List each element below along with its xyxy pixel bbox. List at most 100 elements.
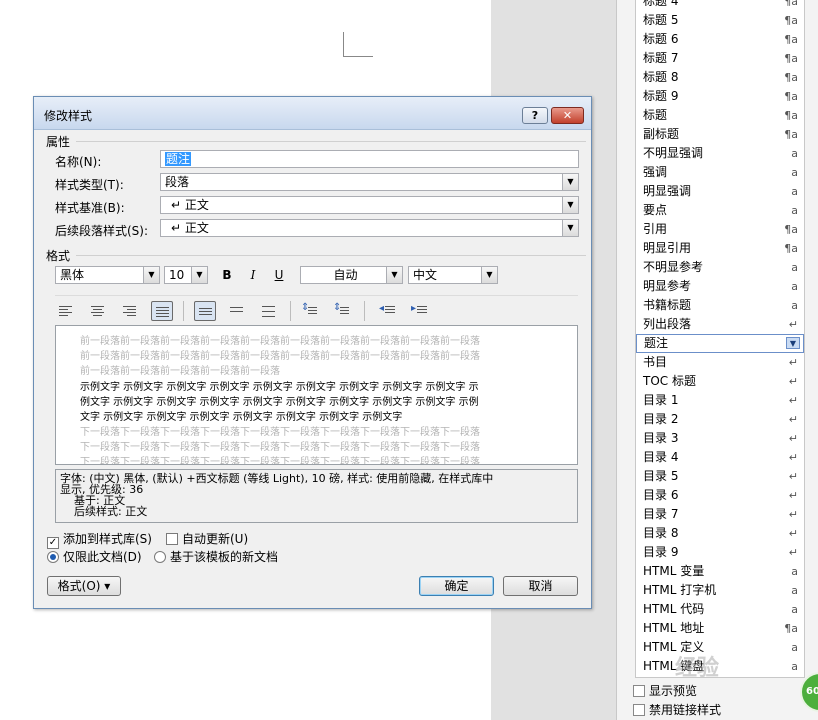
preview-line: 下一段落下一段落下一段落下一段落下一段落下一段落下一段落下一段落下一段落下一段落 [80, 457, 480, 465]
style-list-item[interactable]: 标题 8 ¶a [636, 68, 804, 87]
chevron-down-icon[interactable]: ▼ [143, 267, 159, 283]
style-name: 目录 6 [643, 488, 679, 502]
style-name: TOC 标题 [643, 374, 696, 388]
style-list-item[interactable]: 明显引用 ¶a [636, 239, 804, 258]
script-select[interactable]: 中文 ▼ [408, 266, 498, 284]
style-list-item[interactable]: 目录 8 ↵ [636, 524, 804, 543]
style-type-icon: ¶a [784, 0, 798, 8]
auto-update-checkbox[interactable]: 自动更新(U) [166, 531, 248, 547]
format-menu-button[interactable]: 格式(O) ▾ [47, 576, 121, 596]
style-type-icon: a [791, 166, 798, 179]
italic-button[interactable]: I [242, 265, 264, 285]
single-spacing-button[interactable] [194, 301, 216, 321]
style-list-item[interactable]: 目录 6 ↵ [636, 486, 804, 505]
chevron-down-icon[interactable]: ▼ [386, 267, 402, 283]
dialog-titlebar[interactable]: 修改样式 ? ✕ [34, 97, 591, 130]
style-list-item[interactable]: 目录 7 ↵ [636, 505, 804, 524]
increase-para-spacing-button[interactable]: ⇕ [300, 301, 322, 321]
style-list-item[interactable]: 标题 7 ¶a [636, 49, 804, 68]
chevron-down-icon[interactable]: ▼ [562, 220, 578, 236]
style-list-item[interactable]: HTML 键盘 a [636, 657, 804, 676]
next-style-select[interactable]: ↵ 正文 ▼ [160, 219, 579, 237]
style-type-icon: ¶a [784, 128, 798, 141]
style-list-item[interactable]: 标题 ¶a [636, 106, 804, 125]
style-name: 目录 8 [643, 526, 679, 540]
style-name: 标题 8 [643, 70, 679, 84]
help-button[interactable]: ? [522, 107, 548, 124]
based-on-select[interactable]: ↵ 正文 ▼ [160, 196, 579, 214]
style-list-item[interactable]: 要点 a [636, 201, 804, 220]
font-color-select[interactable]: 自动 ▼ [300, 266, 403, 284]
align-left-button[interactable] [55, 301, 77, 321]
style-list-item[interactable]: 书目 ↵ [636, 353, 804, 372]
show-preview-checkbox[interactable]: 显示预览 [633, 682, 813, 700]
add-to-gallery-checkbox[interactable]: ✓ 添加到样式库(S) [47, 531, 152, 549]
styles-list[interactable]: 标题 4 ¶a 标题 5 ¶a 标题 6 ¶a 标题 7 ¶a 标题 8 ¶a 标题 9 ¶a 标题 ¶a… [635, 0, 805, 678]
double-spacing-button[interactable] [258, 301, 280, 321]
chevron-down-icon[interactable]: ▼ [481, 267, 497, 283]
arrow-right-icon: ▸ [411, 303, 417, 314]
style-list-item[interactable]: 副标题 ¶a [636, 125, 804, 144]
ok-button[interactable]: 确定 [419, 576, 494, 596]
style-list-item[interactable]: HTML 地址 ¶a [636, 619, 804, 638]
new-docs-template-radio[interactable]: 基于该模板的新文档 [154, 549, 278, 565]
chevron-down-icon[interactable]: ▼ [191, 267, 207, 283]
decrease-indent-button[interactable]: ◂ [377, 301, 399, 321]
style-list-item[interactable]: 强调 a [636, 163, 804, 182]
decrease-para-spacing-button[interactable]: ⇕ [332, 301, 354, 321]
checkbox-box[interactable] [166, 533, 178, 545]
bold-button[interactable]: B [216, 265, 238, 285]
align-center-button[interactable] [87, 301, 109, 321]
only-this-document-radio[interactable]: 仅限此文档(D) [47, 549, 142, 565]
style-list-item[interactable]: HTML 打字机 a [636, 581, 804, 600]
style-list-item[interactable]: TOC 标题 ↵ [636, 372, 804, 391]
style-list-item[interactable]: 引用 ¶a [636, 220, 804, 239]
style-list-item[interactable]: HTML 定义 a [636, 638, 804, 657]
style-list-item[interactable]: 列出段落 ↵ [636, 315, 804, 334]
style-list-item[interactable]: 目录 3 ↵ [636, 429, 804, 448]
align-center-icon [91, 306, 104, 318]
format-group-label: 格式 [46, 249, 71, 263]
checkbox-box[interactable] [633, 704, 645, 716]
checkbox-box[interactable] [633, 685, 645, 697]
style-list-item[interactable]: 目录 4 ↵ [636, 448, 804, 467]
style-list-item[interactable]: 标题 4 ¶a [636, 0, 804, 11]
style-list-item[interactable]: 标题 6 ¶a [636, 30, 804, 49]
radio-selected-icon[interactable] [47, 551, 59, 563]
chevron-down-icon[interactable]: ▼ [786, 337, 800, 349]
name-input[interactable]: 题注 [160, 150, 579, 168]
style-list-item[interactable]: 不明显参考 a [636, 258, 804, 277]
style-list-item[interactable]: 标题 9 ¶a [636, 87, 804, 106]
style-list-item[interactable]: 目录 1 ↵ [636, 391, 804, 410]
close-button[interactable]: ✕ [551, 107, 584, 124]
style-list-item[interactable]: 明显强调 a [636, 182, 804, 201]
justify-button[interactable] [151, 301, 173, 321]
style-name: 书籍标题 [643, 298, 692, 312]
underline-button[interactable]: U [268, 265, 290, 285]
font-size-select[interactable]: 10 ▼ [164, 266, 208, 284]
style-name: 引用 [643, 222, 668, 236]
style-list-item[interactable]: 目录 2 ↵ [636, 410, 804, 429]
one-half-spacing-button[interactable] [226, 301, 248, 321]
cancel-button[interactable]: 取消 [503, 576, 578, 596]
style-list-item[interactable]: 明显参考 a [636, 277, 804, 296]
chevron-down-icon[interactable]: ▼ [562, 197, 578, 213]
style-list-item[interactable]: 题注 ▼ [636, 334, 804, 353]
disable-linked-styles-checkbox[interactable]: 禁用链接样式 [633, 701, 813, 719]
increase-indent-button[interactable]: ▸ [409, 301, 431, 321]
chevron-down-icon[interactable]: ▼ [562, 174, 578, 190]
style-list-item[interactable]: 书籍标题 a [636, 296, 804, 315]
style-list-item[interactable]: 标题 5 ¶a [636, 11, 804, 30]
style-list-item[interactable]: 目录 5 ↵ [636, 467, 804, 486]
style-list-item[interactable]: HTML 代码 a [636, 600, 804, 619]
style-name: 目录 2 [643, 412, 679, 426]
radio-icon[interactable] [154, 551, 166, 563]
style-list-item[interactable]: 目录 9 ↵ [636, 543, 804, 562]
style-list-item[interactable]: 不明显强调 a [636, 144, 804, 163]
style-name: 不明显参考 [643, 260, 704, 274]
style-type-select[interactable]: 段落 ▼ [160, 173, 579, 191]
style-list-item[interactable]: HTML 变量 a [636, 562, 804, 581]
check-icon[interactable]: ✓ [47, 537, 59, 549]
font-select[interactable]: 黑体 ▼ [55, 266, 160, 284]
align-right-button[interactable] [119, 301, 141, 321]
